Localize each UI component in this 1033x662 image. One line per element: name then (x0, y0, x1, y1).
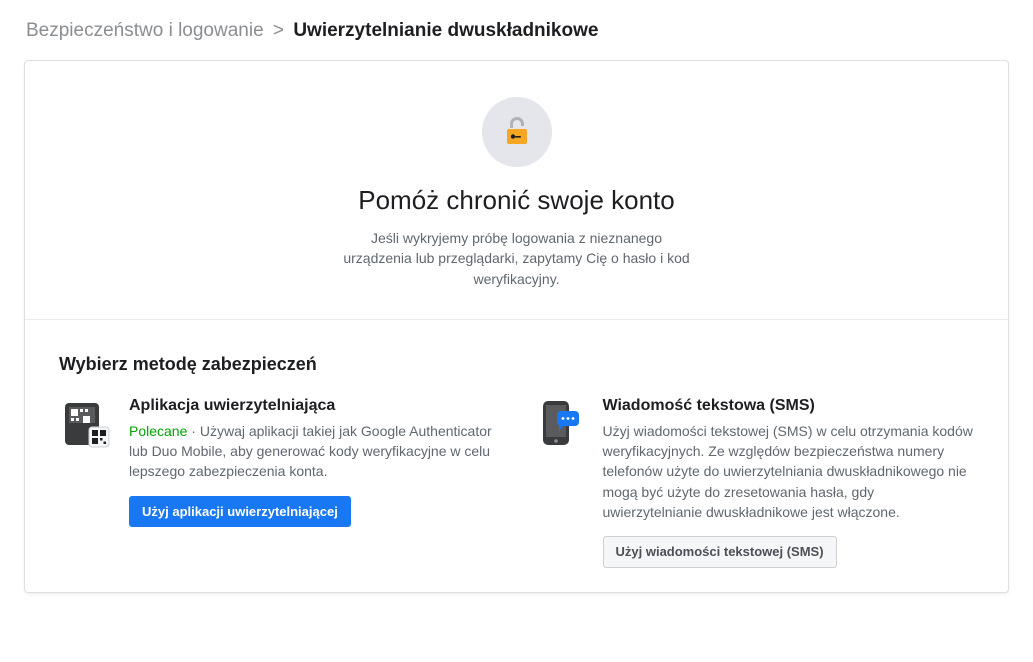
hero-title: Pomóż chronić swoje konto (145, 185, 888, 216)
use-sms-button[interactable]: Użyj wiadomości tekstowej (SMS) (603, 536, 837, 568)
recommended-label: Polecane (129, 423, 187, 439)
main-card: Pomóż chronić swoje konto Jeśli wykryjem… (24, 60, 1009, 593)
breadcrumb-separator: > (273, 20, 284, 41)
sms-phone-icon (533, 397, 585, 449)
methods-section: Wybierz metodę zabezpieczeń (25, 320, 1008, 592)
lock-icon (482, 97, 552, 167)
use-auth-app-button[interactable]: Użyj aplikacji uwierzytelniającej (129, 496, 351, 528)
auth-app-title: Aplikacja uwierzytelniająca (129, 397, 501, 415)
sms-title: Wiadomość tekstowa (SMS) (603, 397, 975, 415)
auth-app-description: Polecane · Używaj aplikacji takiej jak G… (129, 421, 501, 482)
qr-phone-icon (59, 397, 111, 449)
hero-section: Pomóż chronić swoje konto Jeśli wykryjem… (25, 61, 1008, 320)
methods-heading: Wybierz metodę zabezpieczeń (59, 354, 974, 375)
option-auth-app-body: Aplikacja uwierzytelniająca Polecane · U… (129, 397, 501, 527)
breadcrumb-current: Uwierzytelnianie dwuskładnikowe (293, 20, 598, 41)
hero-description: Jeśli wykryjemy próbę logowania z niezna… (337, 228, 697, 289)
breadcrumb: Bezpieczeństwo i logowanie > Uwierzyteln… (26, 20, 1009, 42)
breadcrumb-parent[interactable]: Bezpieczeństwo i logowanie (26, 20, 264, 41)
separator-dot: · (187, 423, 199, 439)
option-sms: Wiadomość tekstowa (SMS) Użyj wiadomości… (533, 397, 975, 568)
sms-description: Użyj wiadomości tekstowej (SMS) w celu o… (603, 421, 975, 522)
option-auth-app: Aplikacja uwierzytelniająca Polecane · U… (59, 397, 501, 568)
option-sms-body: Wiadomość tekstowa (SMS) Użyj wiadomości… (603, 397, 975, 568)
